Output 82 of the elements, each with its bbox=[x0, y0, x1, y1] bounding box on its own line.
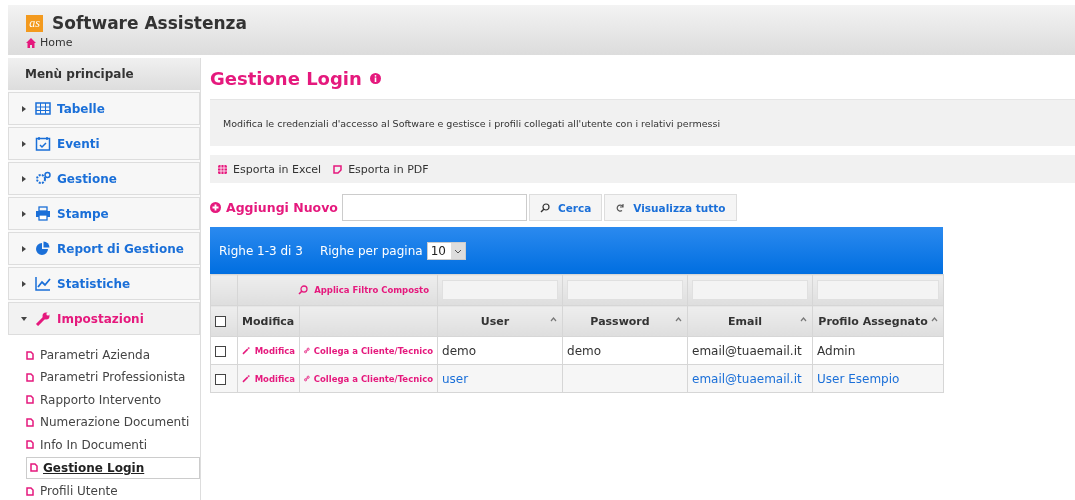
add-new-link[interactable]: Aggiungi Nuovo bbox=[210, 200, 342, 215]
table-icon bbox=[218, 164, 227, 174]
menu-item[interactable]: Gestione Login bbox=[26, 456, 200, 479]
row-count: Righe 1-3 di 3 bbox=[219, 243, 303, 258]
sort-icon bbox=[931, 317, 938, 322]
page-icon bbox=[26, 395, 34, 405]
column-header[interactable]: User bbox=[437, 305, 563, 337]
table-cell: email@tuaemail.it bbox=[692, 343, 802, 358]
search-button[interactable]: Cerca bbox=[529, 194, 603, 221]
page-description: Modifica le credenziali d'accesso al Software e gestisce i profili collegati all'utente con i relativi permessi bbox=[223, 117, 720, 129]
search-icon bbox=[540, 202, 550, 213]
menu-item[interactable]: Profili Utente bbox=[26, 481, 200, 500]
printer-icon bbox=[35, 206, 51, 221]
pie-icon bbox=[35, 241, 51, 256]
link-icon bbox=[304, 346, 310, 355]
page-icon bbox=[30, 463, 38, 473]
column-header: Modifica bbox=[237, 305, 300, 337]
column-header[interactable]: Password bbox=[562, 305, 688, 337]
home-icon bbox=[26, 37, 36, 48]
table-cell: demo bbox=[442, 343, 477, 358]
row-checkbox[interactable] bbox=[215, 345, 226, 357]
page-title: Gestione Login bbox=[210, 68, 362, 89]
rows-per-page-label: Righe per pagina bbox=[319, 243, 423, 258]
table-cell: email@tuaemail.it bbox=[692, 371, 802, 386]
wrench-icon bbox=[35, 311, 51, 326]
page-icon bbox=[26, 486, 34, 496]
caret-icon bbox=[21, 105, 27, 112]
menu-section[interactable]: Stampe bbox=[8, 197, 200, 230]
page-icon bbox=[26, 440, 34, 450]
home-breadcrumb[interactable]: Home bbox=[26, 36, 1075, 49]
column-header[interactable]: Profilo Assegnato bbox=[812, 305, 944, 337]
table-icon bbox=[35, 101, 51, 116]
dropdown-icon bbox=[450, 242, 465, 259]
caret-icon bbox=[21, 280, 27, 287]
menu-section[interactable]: Statistiche bbox=[8, 267, 200, 300]
sort-icon bbox=[550, 317, 557, 322]
export-link[interactable]: Esporta in Excel bbox=[218, 162, 322, 176]
select-all-checkbox[interactable] bbox=[215, 316, 226, 327]
menu-section[interactable]: Report di Gestione bbox=[8, 232, 200, 265]
link-icon bbox=[304, 374, 310, 383]
pencil-icon bbox=[242, 346, 251, 355]
menu-item[interactable]: Numerazione Documenti bbox=[26, 412, 200, 433]
caret-icon bbox=[21, 245, 27, 252]
page-icon bbox=[26, 350, 34, 360]
table-cell: Admin bbox=[817, 343, 856, 358]
menu-section[interactable]: Impostazioni bbox=[8, 302, 200, 335]
search-icon bbox=[298, 285, 309, 295]
sidebar-title: Menù principale bbox=[8, 58, 200, 90]
sort-icon bbox=[800, 317, 807, 322]
search-field[interactable] bbox=[342, 194, 527, 221]
pencil-icon bbox=[242, 374, 251, 383]
page-icon bbox=[26, 417, 34, 427]
plus-circle-icon bbox=[210, 202, 221, 213]
rows-per-page-select[interactable]: 10 bbox=[426, 241, 466, 260]
menu-item[interactable]: Info In Documenti bbox=[26, 434, 200, 455]
menu-section[interactable]: Tabelle bbox=[8, 92, 200, 125]
menu-item[interactable]: Rapporto Intervento bbox=[26, 389, 200, 410]
page-icon bbox=[26, 372, 34, 382]
refresh-icon bbox=[615, 202, 626, 213]
menu-item[interactable]: Parametri Azienda bbox=[26, 345, 200, 365]
sort-icon bbox=[675, 317, 682, 322]
app-title: Software Assistenza bbox=[52, 13, 247, 33]
table-cell: User Esempio bbox=[817, 371, 900, 386]
table-cell: demo bbox=[567, 343, 602, 358]
show-all-button[interactable]: Visualizza tutto bbox=[604, 194, 737, 221]
chart-icon bbox=[35, 276, 51, 291]
gears-icon bbox=[35, 171, 51, 186]
caret-icon bbox=[21, 210, 27, 217]
document-icon bbox=[333, 164, 343, 174]
caret-icon bbox=[21, 175, 27, 182]
table-cell: user bbox=[442, 371, 469, 386]
app-logo: as bbox=[26, 14, 43, 32]
caret-icon bbox=[21, 315, 27, 322]
menu-section[interactable]: Gestione bbox=[8, 162, 200, 195]
row-checkbox[interactable] bbox=[215, 373, 226, 385]
export-link[interactable]: Esporta in PDF bbox=[333, 162, 429, 176]
caret-icon bbox=[21, 140, 27, 147]
calendar-icon bbox=[35, 136, 51, 151]
info-icon[interactable] bbox=[369, 73, 381, 84]
menu-item[interactable]: Parametri Professionista bbox=[26, 367, 200, 388]
menu-section[interactable]: Eventi bbox=[8, 127, 200, 160]
column-header[interactable]: Email bbox=[687, 305, 813, 337]
